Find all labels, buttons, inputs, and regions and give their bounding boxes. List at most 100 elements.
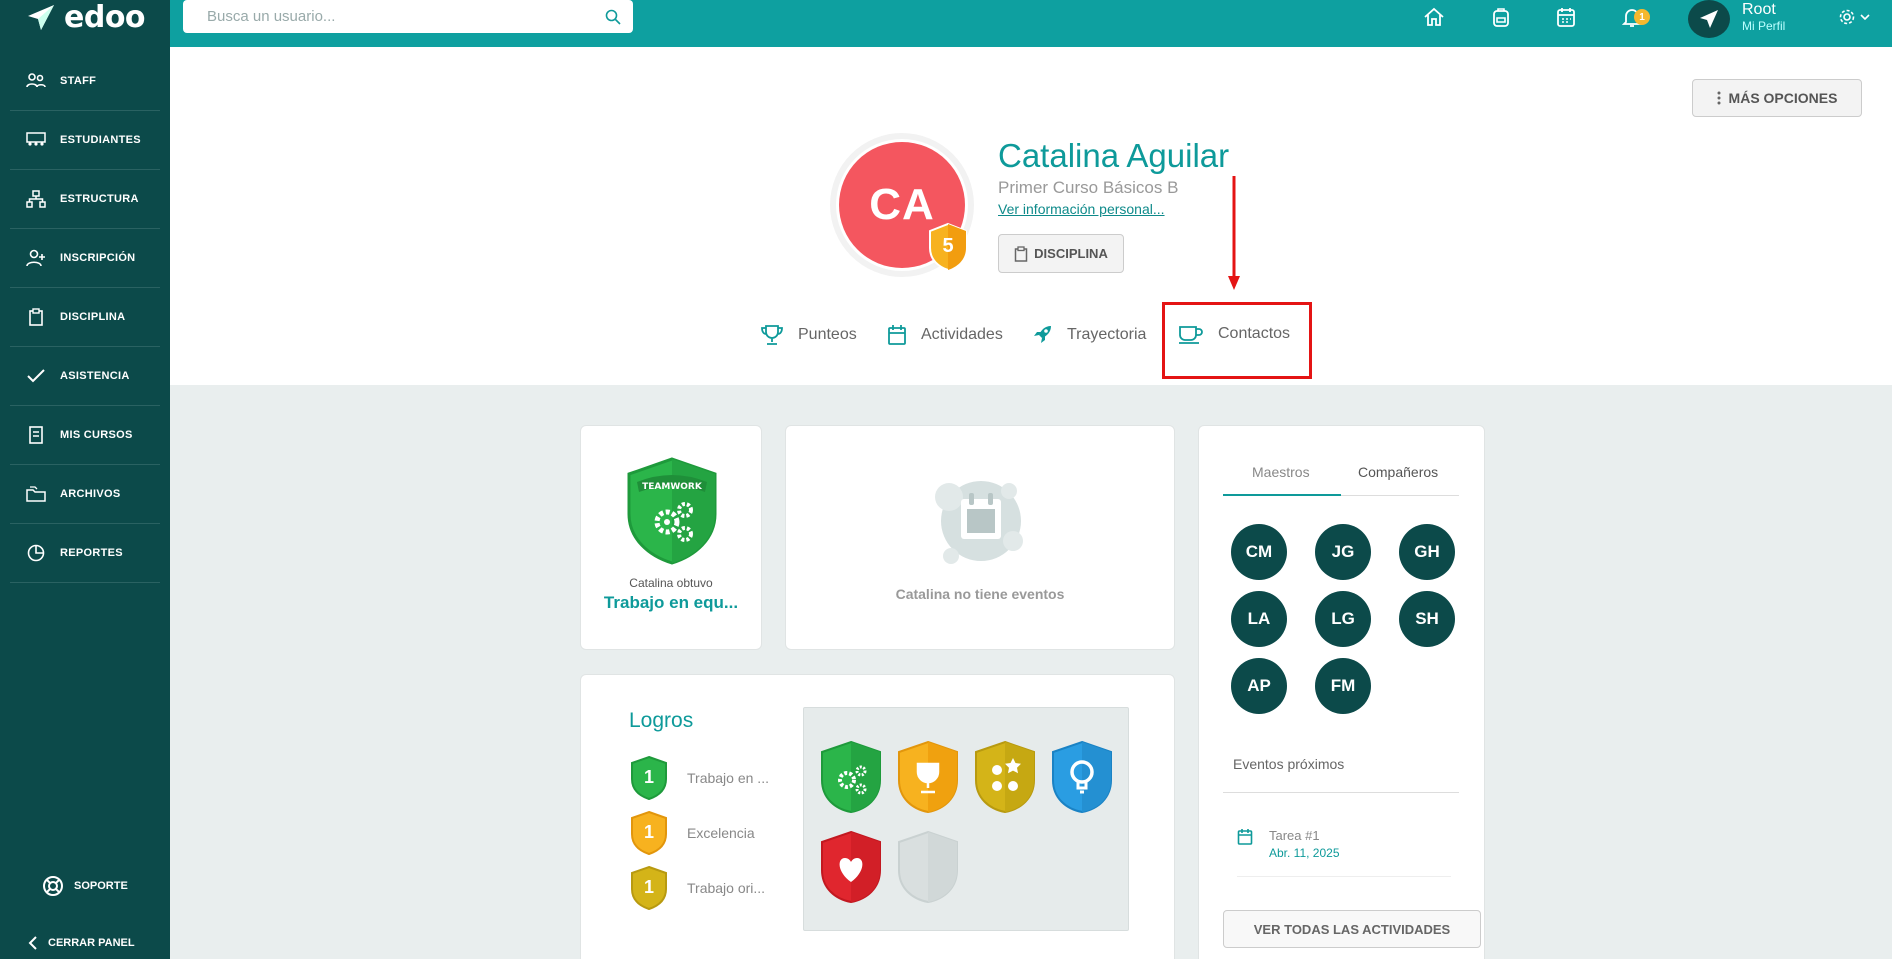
paper-plane-icon [1700,10,1718,28]
sidebar-item-label: REPORTES [60,547,123,559]
contact-avatar[interactable]: SH [1399,591,1455,647]
no-events-text: Catalina no tiene eventos [895,586,1065,602]
search-box [183,0,633,33]
achievements-summary-card: Logros 1 Trabajo en ... 1 Excelencia 1 T… [580,674,1175,959]
achievements-title: Logros [629,709,694,732]
sidebar-item-reportes[interactable]: REPORTES [10,524,160,583]
contacts-tabs: Maestros Compañeros [1223,454,1459,496]
annotation-highlight-box [1162,302,1312,379]
notification-badge: 1 [1634,9,1650,25]
achievement-row[interactable]: 1 Trabajo ori... [629,865,765,911]
calendar-icon[interactable] [1555,6,1577,28]
settings-menu-button[interactable] [1838,6,1878,28]
contacts-panel: Maestros Compañeros CM JG GH LA LG SH AP… [1198,425,1485,959]
achievement-label: Excelencia [687,825,755,841]
achievement-count: 1 [643,822,654,842]
star-group-badge-icon[interactable] [973,740,1037,814]
sidebar: edoo STAFF ESTUDIANTES ESTRUCTURA INSCRI… [0,0,170,959]
contact-avatar[interactable]: LG [1315,591,1371,647]
tab-trayectoria[interactable]: Trayectoria [1031,324,1146,346]
sidebar-item-inscripcion[interactable]: INSCRIPCIÓN [10,229,160,288]
upcoming-event-item[interactable]: Tarea #1 Abr. 11, 2025 [1237,828,1340,860]
profile-name[interactable]: Root [1742,1,1776,19]
support-label: SOPORTE [74,880,128,892]
student-name: Catalina Aguilar [998,137,1230,174]
active-tab-indicator [1223,494,1341,496]
sidebar-item-label: MIS CURSOS [60,429,133,441]
teamwork-gear-badge-icon[interactable] [819,740,883,814]
backpack-icon[interactable] [1490,6,1512,28]
achievement-row[interactable]: 1 Trabajo en ... [629,755,769,801]
logo[interactable]: edoo [0,0,170,36]
tab-actividades[interactable]: Actividades [887,324,1003,346]
contact-avatar[interactable]: JG [1315,524,1371,580]
sidebar-item-label: ARCHIVOS [60,488,121,500]
upcoming-events-title: Eventos próximos [1233,756,1345,772]
event-date: Abr. 11, 2025 [1269,846,1340,860]
profile-avatar[interactable] [1688,0,1730,38]
badges-grid [803,707,1129,931]
calendar-icon [1237,829,1253,845]
contact-avatar[interactable]: GH [1399,524,1455,580]
lightbulb-badge-icon[interactable] [1050,740,1114,814]
add-user-icon [26,248,46,268]
tab-label: Actividades [921,326,1003,343]
sidebar-item-asistencia[interactable]: ASISTENCIA [10,347,160,406]
heart-badge-icon[interactable] [819,830,883,904]
sidebar-item-disciplina[interactable]: DISCIPLINA [10,288,160,347]
achievement-row[interactable]: 1 Excelencia [629,810,755,856]
contact-avatar[interactable]: CM [1231,524,1287,580]
clipboard-icon [1014,245,1028,262]
tab-maestros[interactable]: Maestros [1252,464,1310,480]
view-all-activities-button[interactable]: VER TODAS LAS ACTIVIDADES [1223,910,1481,948]
divider [1237,876,1451,877]
sidebar-item-label: DISCIPLINA [60,311,126,323]
discipline-button[interactable]: DISCIPLINA [998,234,1124,273]
locked-badge-icon [898,830,958,904]
chart-icon [26,543,46,563]
tab-companeros[interactable]: Compañeros [1358,464,1438,480]
contact-avatar[interactable]: LA [1231,591,1287,647]
sidebar-item-estudiantes[interactable]: ESTUDIANTES [10,111,160,170]
staff-icon [26,71,46,91]
tab-label: Punteos [798,326,857,343]
home-icon[interactable] [1423,6,1445,28]
contact-avatar[interactable]: FM [1315,658,1371,714]
events-card: Catalina no tiene eventos [785,425,1175,650]
check-icon [26,366,46,386]
achievement-title[interactable]: Trabajo en equ... [581,593,761,613]
collapse-label: CERRAR PANEL [48,937,135,949]
sidebar-item-label: ESTRUCTURA [60,193,139,205]
collapse-panel-button[interactable]: CERRAR PANEL [0,936,170,950]
calendar-icon [888,325,906,345]
topbar: 1 Root Mi Perfil [170,0,1892,47]
clipboard-icon [26,307,46,327]
sidebar-item-archivos[interactable]: ARCHIVOS [10,465,160,524]
tab-punteos[interactable]: Punteos [760,324,857,346]
achievement-caption: Catalina obtuvo [629,576,713,590]
achievement-count: 1 [643,767,654,787]
trophy-icon [761,325,783,345]
sidebar-item-estructura[interactable]: ESTRUCTURA [10,170,160,229]
chevron-down-icon [1860,14,1870,20]
annotation-arrow [1228,176,1240,290]
support-button[interactable]: SOPORTE [0,875,170,897]
folders-icon [26,484,46,504]
sidebar-item-mis-cursos[interactable]: MIS CURSOS [10,406,160,465]
student-header: MÁS OPCIONES CA 5 Catalina Aguilar Prime… [170,47,1892,385]
personal-info-link[interactable]: Ver información personal... [998,201,1165,217]
vertical-dots-icon [1717,91,1721,105]
sidebar-item-staff[interactable]: STAFF [10,52,160,111]
students-icon [26,130,46,150]
notifications-button[interactable]: 1 [1621,0,1655,34]
excellence-trophy-badge-icon[interactable] [896,740,960,814]
event-title: Tarea #1 [1269,828,1320,843]
search-icon[interactable] [605,9,621,25]
level-badge: 5 [926,222,970,272]
profile-link[interactable]: Mi Perfil [1742,19,1785,33]
chevron-left-icon [28,936,37,950]
search-input[interactable] [207,8,605,25]
sidebar-item-label: ASISTENCIA [60,370,130,382]
more-options-button[interactable]: MÁS OPCIONES [1692,79,1862,117]
contact-avatar[interactable]: AP [1231,658,1287,714]
